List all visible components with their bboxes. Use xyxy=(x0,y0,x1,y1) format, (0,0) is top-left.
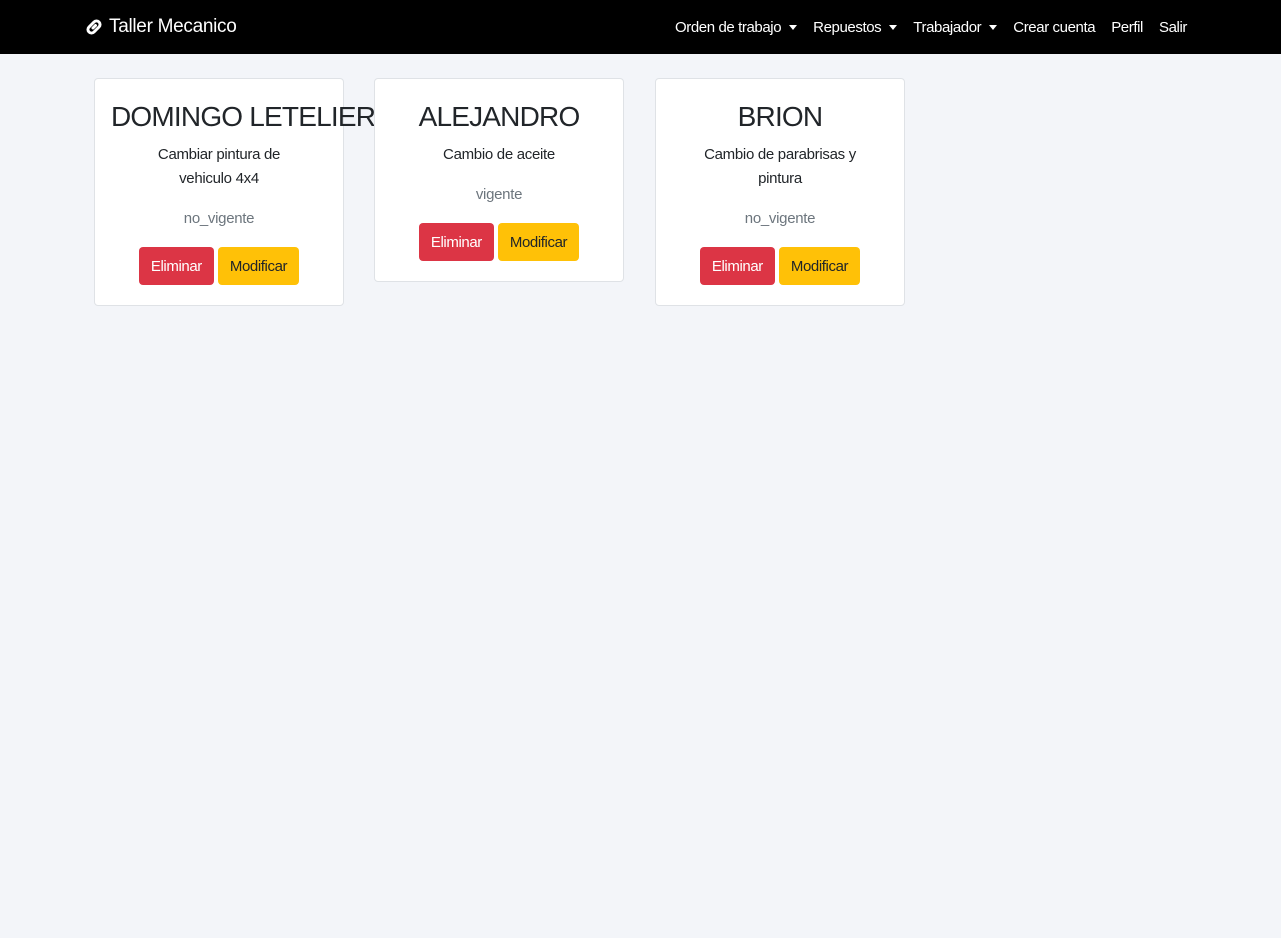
card-status: vigente xyxy=(475,186,523,203)
nav-trabajador-dropdown[interactable]: Trabajador xyxy=(913,18,998,36)
caret-down-icon xyxy=(789,25,798,30)
card-description: Cambio de aceite xyxy=(443,146,555,163)
work-order-card: DOMINGO LETELIER Cambiar pintura de vehi… xyxy=(94,78,376,306)
brand-link[interactable]: Taller Mecanico xyxy=(84,0,237,54)
nav-repuestos-dropdown[interactable]: Repuestos xyxy=(813,18,898,36)
nav-orden-de-trabajo-dropdown[interactable]: Orden de trabajo xyxy=(674,18,798,36)
card-description: Cambiar pintura de vehiculo 4x4 xyxy=(157,146,281,187)
edit-button[interactable]: Modificar xyxy=(778,247,861,285)
card-description: Cambio de parabrisas y pintura xyxy=(704,146,856,187)
edit-button[interactable]: Modificar xyxy=(497,223,580,261)
card-title: BRION xyxy=(737,101,823,132)
card-status: no_vigente xyxy=(744,210,816,227)
nav-crear-cuenta-link[interactable]: Crear cuenta xyxy=(1013,19,1095,36)
caret-down-icon xyxy=(889,25,898,30)
delete-button[interactable]: Eliminar xyxy=(138,247,214,285)
edit-button[interactable]: Modificar xyxy=(217,247,300,285)
nav-trabajador-label: Trabajador xyxy=(913,18,982,36)
nav-perfil-link[interactable]: Perfil xyxy=(1111,19,1143,36)
brand-label: Taller Mecanico xyxy=(109,16,237,37)
link-icon xyxy=(84,17,104,37)
nav-menu: Orden de trabajo Repuestos Trabajador Cr… xyxy=(659,0,1187,54)
nav-salir-link[interactable]: Salir xyxy=(1159,19,1187,36)
card-status: no_vigente xyxy=(183,210,255,227)
work-order-card: ALEJANDRO Cambio de aceite vigente Elimi… xyxy=(374,78,624,282)
caret-down-icon xyxy=(989,25,998,30)
nav-orden-de-trabajo-label: Orden de trabajo xyxy=(674,18,782,36)
card-actions: Eliminar Modificar xyxy=(672,247,888,285)
top-navbar: Taller Mecanico Orden de trabajo Repuest… xyxy=(0,0,1281,54)
work-order-card: BRION Cambio de parabrisas y pintura no_… xyxy=(655,78,905,306)
nav-repuestos-label: Repuestos xyxy=(813,18,882,36)
card-actions: Eliminar Modificar xyxy=(111,247,327,285)
card-title: DOMINGO LETELIER xyxy=(111,101,376,132)
delete-button[interactable]: Eliminar xyxy=(418,223,494,261)
card-title: ALEJANDRO xyxy=(418,101,581,132)
card-actions: Eliminar Modificar xyxy=(391,223,607,261)
delete-button[interactable]: Eliminar xyxy=(699,247,775,285)
